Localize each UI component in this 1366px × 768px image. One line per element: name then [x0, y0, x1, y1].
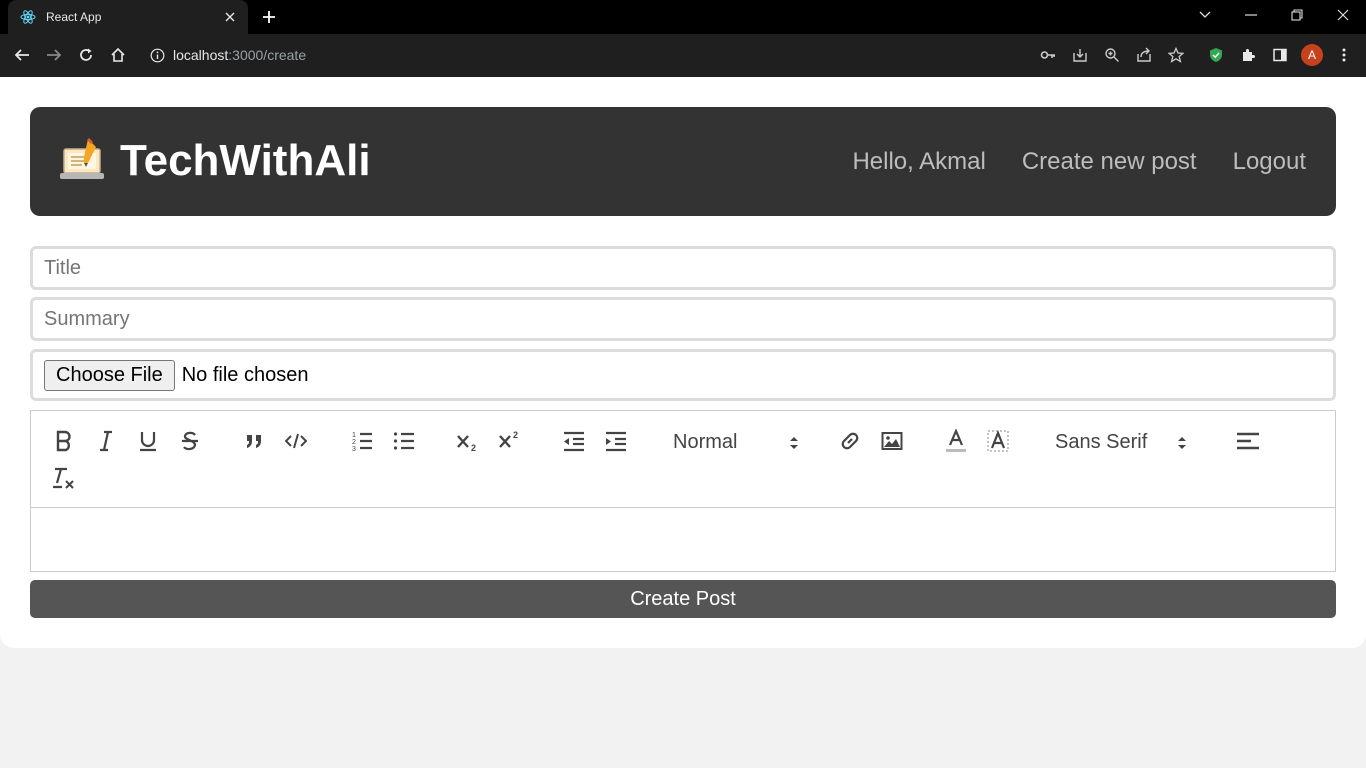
file-status: No file chosen [181, 363, 309, 386]
indent-icon[interactable] [604, 429, 628, 453]
close-window-icon[interactable] [1332, 6, 1354, 24]
font-picker[interactable]: Sans Serif [1055, 431, 1187, 454]
subscript-icon[interactable]: 2 [456, 429, 480, 453]
profile-avatar[interactable]: A [1301, 44, 1323, 66]
share-icon[interactable] [1134, 45, 1154, 65]
font-picker-label: Sans Serif [1055, 431, 1148, 453]
create-post-button[interactable]: Create Post [30, 580, 1336, 618]
back-icon[interactable] [12, 45, 32, 65]
browser-toolbar: localhost:3000/create [0, 34, 1366, 77]
clean-format-icon[interactable] [52, 466, 76, 490]
svg-text:1: 1 [352, 432, 356, 439]
choose-file-button[interactable]: Choose File [44, 359, 175, 391]
laptop-writing-icon [58, 137, 106, 185]
tab-title: React App [46, 10, 102, 24]
summary-input[interactable] [44, 307, 1333, 331]
blockquote-icon[interactable] [242, 429, 266, 453]
page: TechWithAli Hello, Akmal Create new post… [0, 77, 1366, 648]
background-color-icon[interactable] [986, 429, 1010, 453]
nav-create-post-link[interactable]: Create new post [1022, 147, 1197, 177]
bullet-list-icon[interactable] [392, 429, 416, 453]
text-color-icon[interactable] [944, 429, 968, 453]
home-icon[interactable] [108, 45, 128, 65]
site-header: TechWithAli Hello, Akmal Create new post… [30, 107, 1336, 216]
svg-text:2: 2 [352, 439, 356, 446]
ordered-list-icon[interactable]: 123 [350, 429, 374, 453]
close-tab-icon[interactable] [222, 9, 238, 25]
header-picker[interactable]: Normal [673, 431, 799, 454]
outdent-icon[interactable] [562, 429, 586, 453]
nav-logout-link[interactable]: Logout [1233, 147, 1306, 177]
picker-arrows-icon [1177, 435, 1187, 451]
title-field[interactable] [30, 246, 1336, 290]
svg-text:3: 3 [352, 446, 356, 452]
reload-icon[interactable] [76, 45, 96, 65]
title-input[interactable] [44, 256, 1333, 280]
address-bar[interactable]: localhost:3000/create [150, 43, 306, 67]
link-icon[interactable] [838, 429, 862, 453]
react-icon [20, 9, 36, 25]
key-icon[interactable] [1038, 45, 1058, 65]
italic-icon[interactable] [94, 429, 118, 453]
minimize-icon[interactable] [1240, 6, 1262, 24]
underline-icon[interactable] [136, 429, 160, 453]
image-icon[interactable] [880, 429, 904, 453]
extensions-icon[interactable] [1238, 45, 1258, 65]
shield-icon[interactable] [1206, 45, 1226, 65]
bold-icon[interactable] [52, 429, 76, 453]
main-nav: Hello, Akmal Create new post Logout [852, 147, 1306, 177]
forward-icon[interactable] [44, 45, 64, 65]
browser-tab[interactable]: React App [8, 0, 248, 34]
picker-arrows-icon [789, 435, 799, 451]
header-picker-label: Normal [673, 431, 738, 453]
url-host: localhost [173, 47, 229, 63]
editor-toolbar: 123 2 2 Normal Sans Serif [30, 410, 1336, 508]
strike-icon[interactable] [178, 429, 202, 453]
star-icon[interactable] [1166, 45, 1186, 65]
superscript-icon[interactable]: 2 [498, 429, 522, 453]
svg-text:2: 2 [471, 443, 476, 452]
code-block-icon[interactable] [284, 429, 308, 453]
new-tab-icon[interactable] [260, 8, 278, 26]
url-path: :3000/create [228, 47, 307, 63]
site-info-icon[interactable] [150, 48, 165, 63]
zoom-icon[interactable] [1102, 45, 1122, 65]
restore-icon[interactable] [1286, 6, 1308, 24]
align-icon[interactable] [1236, 429, 1260, 453]
brand-title[interactable]: TechWithAli [120, 137, 371, 185]
summary-field[interactable] [30, 297, 1336, 341]
svg-text:2: 2 [513, 430, 518, 440]
nav-greeting: Hello, Akmal [852, 148, 986, 175]
file-field: Choose File No file chosen [30, 349, 1336, 401]
menu-icon[interactable] [1334, 45, 1354, 65]
install-icon[interactable] [1070, 45, 1090, 65]
tab-search-icon[interactable] [1194, 6, 1216, 24]
side-panel-icon[interactable] [1270, 45, 1290, 65]
browser-tab-bar: React App [0, 0, 1366, 34]
editor-content[interactable] [30, 507, 1336, 572]
